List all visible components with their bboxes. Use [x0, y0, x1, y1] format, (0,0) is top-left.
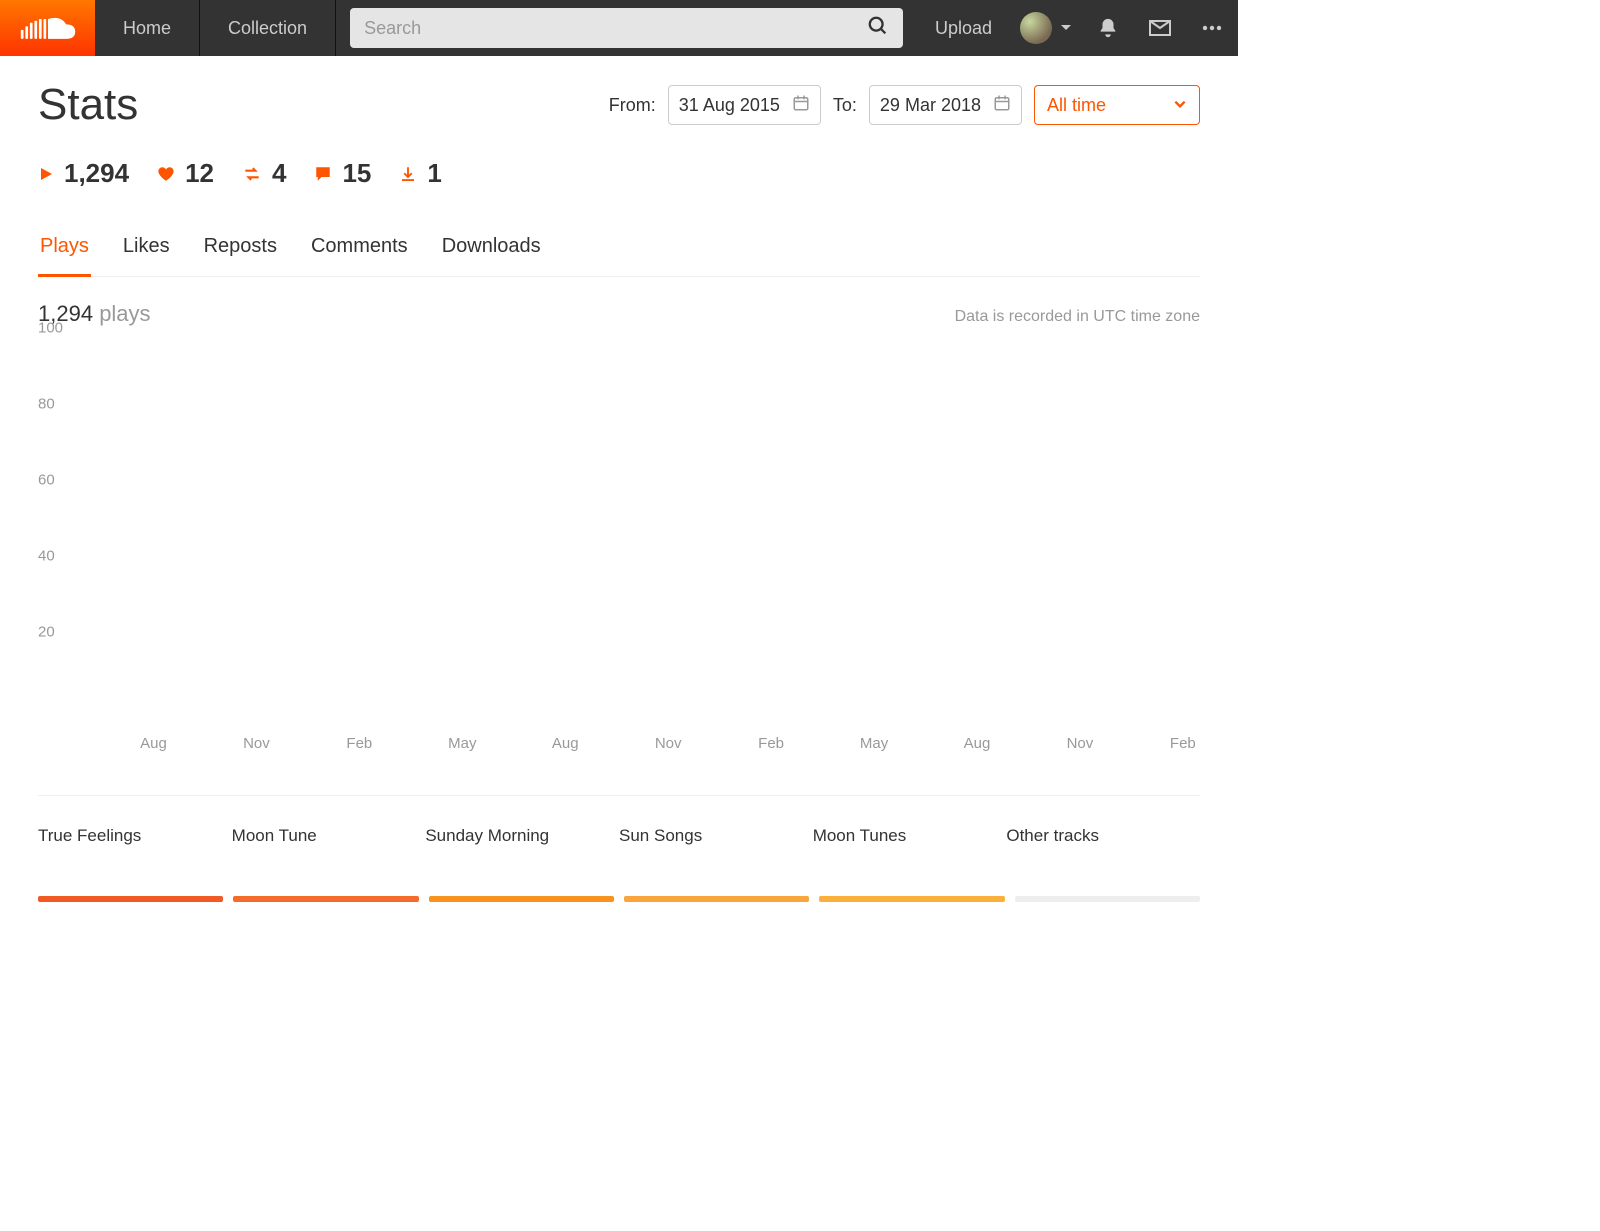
comment-icon	[314, 165, 332, 183]
top-nav: Home Collection Upload	[0, 0, 1238, 56]
x-tick: Feb	[346, 735, 372, 752]
chart-header: 1,294 plays Data is recorded in UTC time…	[38, 301, 1200, 327]
x-tick: Nov	[655, 735, 682, 752]
x-tick: Feb	[758, 735, 784, 752]
chart-bars	[102, 345, 1200, 725]
date-controls: From: 31 Aug 2015 To: 29 Mar 2018 All ti…	[609, 85, 1200, 125]
y-tick: 20	[38, 624, 55, 641]
stat-reposts-value: 4	[272, 158, 286, 189]
tracks-legend: True FeelingsMoon TuneSunday MorningSun …	[38, 795, 1200, 902]
track-name[interactable]: True Feelings	[38, 826, 232, 846]
more-icon[interactable]	[1186, 16, 1238, 40]
search-icon[interactable]	[867, 15, 889, 42]
x-tick: Aug	[140, 735, 167, 752]
stat-downloads-value: 1	[427, 158, 441, 189]
search-box[interactable]	[350, 8, 903, 48]
stat-likes[interactable]: 12	[157, 158, 214, 189]
y-tick: 60	[38, 472, 55, 489]
chart: 20406080100 AugNovFebMayAugNovFebMayAugN…	[38, 345, 1200, 745]
date-to-value: 29 Mar 2018	[880, 95, 981, 116]
date-from-value: 31 Aug 2015	[679, 95, 780, 116]
stat-strip: 1,294 12 4 15 1	[38, 158, 1200, 189]
user-menu[interactable]	[1010, 12, 1082, 44]
nav-right: Upload	[917, 0, 1238, 56]
track-name[interactable]: Sun Songs	[619, 826, 813, 846]
x-tick: May	[860, 735, 888, 752]
search-input[interactable]	[364, 18, 867, 39]
y-tick: 40	[38, 548, 55, 565]
date-to[interactable]: 29 Mar 2018	[869, 85, 1022, 125]
tab-plays[interactable]: Plays	[38, 225, 91, 277]
track-name[interactable]: Other tracks	[1006, 826, 1200, 846]
calendar-icon	[792, 94, 810, 117]
track-name[interactable]: Moon Tune	[232, 826, 426, 846]
x-tick: Aug	[552, 735, 579, 752]
search-wrap	[336, 0, 917, 56]
soundcloud-logo[interactable]	[0, 0, 95, 56]
page-header-row: Stats From: 31 Aug 2015 To: 29 Mar 2018 …	[38, 80, 1200, 130]
stats-tabs: Plays Likes Reposts Comments Downloads	[38, 225, 1200, 277]
tab-likes[interactable]: Likes	[121, 225, 172, 276]
track-bar	[624, 896, 809, 902]
avatar	[1020, 12, 1052, 44]
heart-icon	[157, 165, 175, 183]
track-bar	[1015, 896, 1200, 902]
track-bar	[429, 896, 614, 902]
repost-icon	[242, 164, 262, 184]
x-tick: Feb	[1170, 735, 1196, 752]
track-name[interactable]: Sunday Morning	[425, 826, 619, 846]
stat-comments-value: 15	[342, 158, 371, 189]
stat-likes-value: 12	[185, 158, 214, 189]
tab-downloads[interactable]: Downloads	[440, 225, 543, 276]
chart-tz-note: Data is recorded in UTC time zone	[955, 308, 1200, 326]
x-tick: Nov	[243, 735, 270, 752]
page-body: Stats From: 31 Aug 2015 To: 29 Mar 2018 …	[0, 56, 1238, 926]
stat-plays-value: 1,294	[64, 158, 129, 189]
y-tick: 100	[38, 320, 63, 337]
tab-comments[interactable]: Comments	[309, 225, 410, 276]
soundcloud-icon	[19, 12, 77, 44]
page-title: Stats	[38, 80, 138, 130]
stat-reposts[interactable]: 4	[242, 158, 286, 189]
chevron-down-icon	[1173, 95, 1187, 116]
nav-upload[interactable]: Upload	[917, 18, 1010, 39]
from-label: From:	[609, 95, 656, 116]
chart-yaxis: 20406080100	[38, 345, 102, 745]
track-name[interactable]: Moon Tunes	[813, 826, 1007, 846]
chevron-down-icon	[1060, 22, 1072, 34]
date-from[interactable]: 31 Aug 2015	[668, 85, 821, 125]
track-bar	[233, 896, 418, 902]
y-tick: 80	[38, 396, 55, 413]
play-icon	[38, 166, 54, 182]
chart-count-label: plays	[99, 301, 150, 326]
track-bar	[819, 896, 1004, 902]
nav-collection[interactable]: Collection	[200, 0, 336, 56]
x-tick: May	[448, 735, 476, 752]
stat-plays[interactable]: 1,294	[38, 158, 129, 189]
to-label: To:	[833, 95, 857, 116]
download-icon	[399, 165, 417, 183]
x-tick: Nov	[1067, 735, 1094, 752]
period-select[interactable]: All time	[1034, 85, 1200, 125]
notifications-icon[interactable]	[1082, 17, 1134, 39]
chart-plot: AugNovFebMayAugNovFebMayAugNovFeb	[102, 345, 1200, 745]
period-value: All time	[1047, 95, 1106, 116]
track-bar	[38, 896, 223, 902]
stat-comments[interactable]: 15	[314, 158, 371, 189]
nav-home[interactable]: Home	[95, 0, 200, 56]
chart-xaxis: Aug Nov Feb May Aug Nov Feb May Aug Nov Feb	[102, 735, 1200, 755]
tab-reposts[interactable]: Reposts	[202, 225, 279, 276]
x-tick: Aug	[964, 735, 991, 752]
calendar-icon	[993, 94, 1011, 117]
stat-downloads[interactable]: 1	[399, 158, 441, 189]
messages-icon[interactable]	[1134, 16, 1186, 40]
